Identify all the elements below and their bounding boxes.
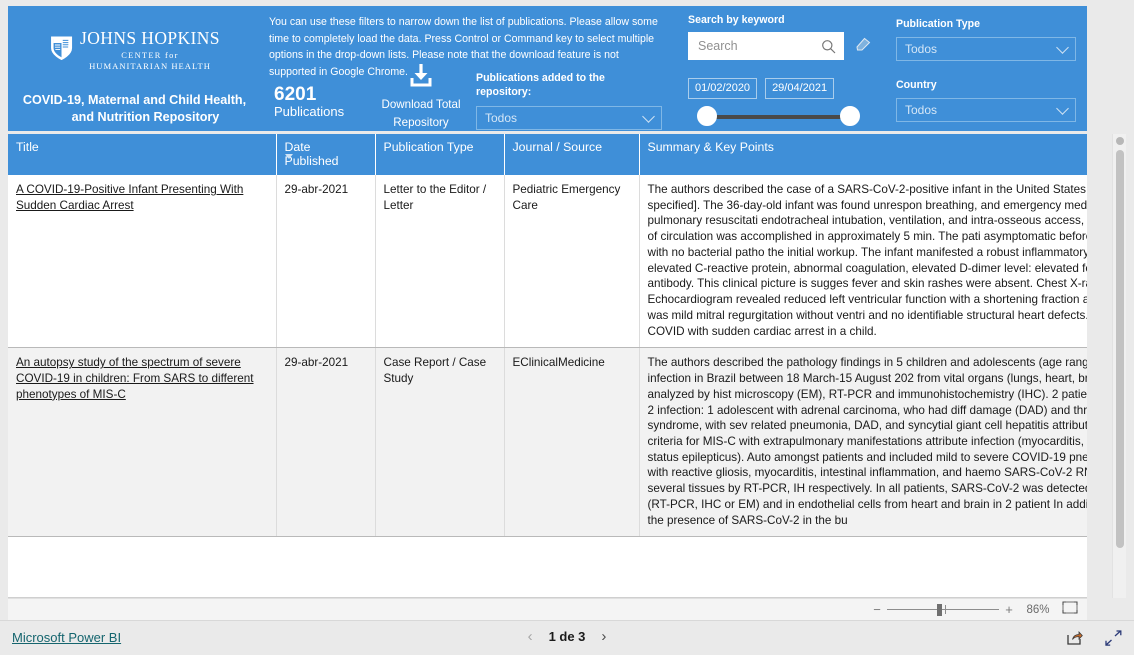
publications-added-select[interactable]: Todos [476, 106, 662, 131]
table-vertical-scrollbar[interactable] [1112, 134, 1126, 598]
column-header-publication-type[interactable]: Publication Type [375, 134, 505, 175]
zoom-slider-tick [945, 604, 946, 614]
date-range-chips: 01/02/2020 29/04/2021 [688, 78, 878, 100]
slider-handle-left[interactable] [697, 106, 717, 126]
publication-count-label: Publications [274, 104, 345, 120]
cell-publication-type: Letter to the Editor / Letter [375, 175, 505, 349]
institution-name: JOHNS HOPKINS [80, 28, 220, 48]
chevron-down-icon [1056, 41, 1069, 54]
scrollbar-thumb[interactable] [1116, 150, 1124, 548]
slider-handle-right[interactable] [840, 106, 860, 126]
publications-added-value: Todos [485, 111, 518, 126]
report-header-banner: JOHNS HOPKINS CENTER for HUMANITARIAN HE… [8, 6, 1087, 131]
right-filters-block: Publication Type Todos Country Todos [896, 18, 1076, 122]
column-header-title[interactable]: Title [8, 134, 277, 175]
publication-title-link[interactable]: An autopsy study of the spectrum of seve… [16, 356, 254, 400]
publication-type-select[interactable]: Todos [896, 37, 1076, 61]
column-header-journal-source[interactable]: Journal / Source [504, 134, 640, 175]
publication-type-label: Publication Type [896, 18, 980, 30]
johns-hopkins-wordmark: JOHNS HOPKINS CENTER for HUMANITARIAN HE… [80, 28, 220, 71]
page-title: COVID-19, Maternal and Child Health, and… [14, 92, 255, 125]
search-label: Search by keyword [688, 14, 785, 26]
zoom-out-button[interactable]: − [869, 602, 885, 617]
previous-page-button[interactable]: ‹ [528, 629, 533, 644]
zoom-slider-track [887, 608, 999, 610]
publications-added-filter: Publications added to the repository: To… [476, 72, 662, 131]
column-header-date-published-label: Date Published [284, 140, 339, 168]
search-field-wrapper [688, 32, 844, 60]
cell-title: An autopsy study of the spectrum of seve… [8, 347, 277, 538]
column-header-date-published[interactable]: Date Published [276, 134, 376, 175]
publications-table-container[interactable]: Title Date Published Publication Type Jo… [8, 134, 1087, 598]
zoom-percentage: 86% [1026, 603, 1050, 616]
download-button-line2: Repository [393, 116, 449, 129]
download-total-repository-button[interactable]: Download Total Repository [378, 63, 464, 131]
cell-summary: The authors described the pathology find… [639, 347, 1087, 538]
keyword-search-block: Search by keyword [688, 14, 878, 60]
publication-type-value: Todos [905, 42, 938, 56]
zoom-in-button[interactable]: + [1001, 602, 1017, 617]
slider-track [700, 115, 854, 119]
publication-count: 6201 Publications [274, 84, 344, 120]
sort-descending-icon [284, 154, 293, 159]
date-to-chip[interactable]: 29/04/2021 [765, 78, 835, 100]
country-label: Country [896, 79, 937, 91]
publications-table: Title Date Published Publication Type Jo… [8, 134, 1087, 538]
next-page-button[interactable]: › [601, 629, 606, 644]
branding-block: JOHNS HOPKINS CENTER for HUMANITARIAN HE… [8, 6, 261, 131]
table-row[interactable]: A COVID-19-Positive Infant Presenting Wi… [8, 175, 1087, 349]
zoom-toolbar: − + 86% [8, 598, 1087, 620]
eraser-icon[interactable] [854, 36, 872, 56]
date-from-chip[interactable]: 01/02/2020 [688, 78, 758, 100]
chevron-down-icon [1056, 102, 1069, 115]
cell-date: 29-abr-2021 [276, 175, 376, 349]
cell-journal: EClinicalMedicine [504, 347, 640, 538]
share-icon[interactable] [1066, 630, 1083, 646]
table-header-row: Title Date Published Publication Type Jo… [8, 134, 1087, 175]
shield-icon [49, 35, 73, 66]
powerbi-report-page: JOHNS HOPKINS CENTER for HUMANITARIAN HE… [0, 0, 1134, 655]
search-icon[interactable] [821, 39, 836, 59]
zoom-slider[interactable] [887, 603, 999, 617]
zoom-slider-thumb[interactable] [937, 603, 942, 616]
country-value: Todos [905, 103, 938, 117]
fit-to-page-icon[interactable] [1059, 600, 1081, 619]
chevron-down-icon [642, 110, 655, 123]
column-header-summary-key-points[interactable]: Summary & Key Points [639, 134, 1087, 175]
country-select[interactable]: Todos [896, 98, 1076, 122]
page-title-line1: COVID-19, Maternal and Child Health, [22, 93, 247, 107]
cell-summary: The authors described the case of a SARS… [639, 175, 1087, 349]
download-icon [378, 63, 464, 93]
table-row[interactable]: An autopsy study of the spectrum of seve… [8, 347, 1087, 538]
center-for-line: CENTER for [121, 50, 179, 60]
page-title-line2: and Nutrition Repository [71, 109, 220, 124]
cell-publication-type: Case Report / Case Study [375, 347, 505, 538]
pagination: ‹ 1 de 3 › [0, 629, 1134, 644]
cell-title: A COVID-19-Positive Infant Presenting Wi… [8, 175, 277, 349]
footer-actions [1066, 630, 1122, 646]
page-indicator: 1 de 3 [548, 629, 586, 644]
date-range-slider[interactable] [692, 106, 862, 128]
humanitarian-health-line: HUMANITARIAN HEALTH [89, 60, 211, 71]
filter-instructions-text: You can use these filters to narrow down… [269, 16, 658, 78]
publication-title-link[interactable]: A COVID-19-Positive Infant Presenting Wi… [16, 183, 243, 212]
publication-count-number: 6201 [274, 84, 317, 105]
johns-hopkins-lockup: JOHNS HOPKINS CENTER for HUMANITARIAN HE… [49, 28, 220, 71]
publications-added-label: Publications added to the repository: [476, 72, 605, 98]
scrollbar-dot [1116, 137, 1124, 145]
report-footer: Microsoft Power BI ‹ 1 de 3 › [0, 620, 1134, 655]
cell-journal: Pediatric Emergency Care [504, 175, 640, 349]
fullscreen-icon[interactable] [1105, 630, 1122, 646]
cell-date: 29-abr-2021 [276, 347, 376, 538]
download-button-line1: Download Total [381, 98, 461, 111]
search-input[interactable] [689, 33, 843, 59]
